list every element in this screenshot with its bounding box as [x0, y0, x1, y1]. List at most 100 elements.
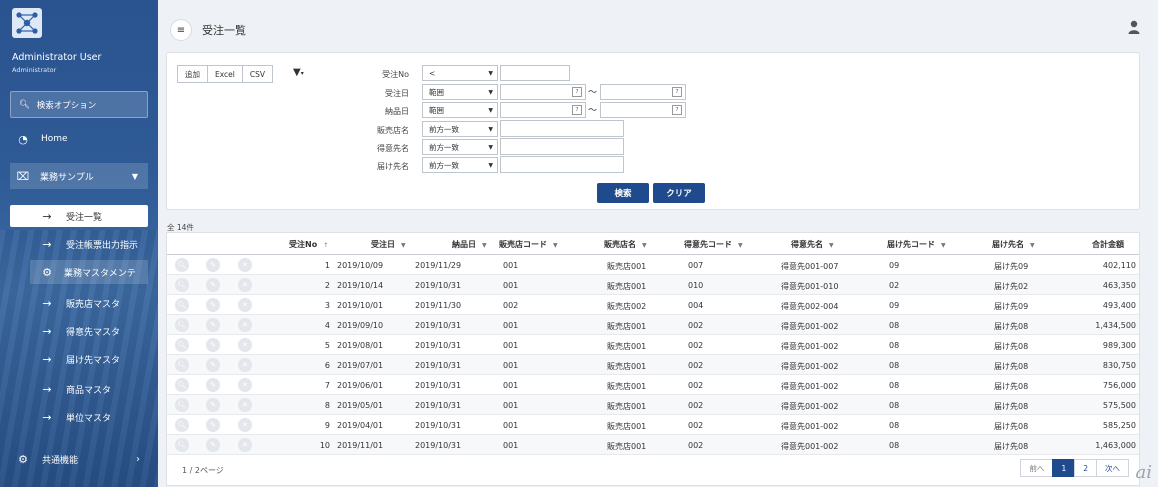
search-button[interactable]: 検索 — [597, 183, 649, 203]
dest-name-input[interactable] — [500, 156, 624, 173]
edit-icon[interactable]: ✎ — [206, 378, 220, 392]
nav-home[interactable]: ◔ Home — [0, 126, 158, 152]
search-icon[interactable]: 🔍︎ — [175, 338, 189, 352]
nav-item-unit-master[interactable]: → 単位マスタ — [0, 404, 158, 430]
nav-item-destination-master[interactable]: → 届け先マスタ — [0, 346, 158, 372]
search-icon[interactable]: 🔍︎ — [175, 318, 189, 332]
table-row[interactable]: 🔍︎ ✎ ✕ 3 2019/10/01 2019/11/30 002 販売店002 004 得意先… — [167, 295, 1139, 315]
table-cell: 002 — [688, 341, 704, 350]
edit-icon[interactable]: ✎ — [206, 418, 220, 432]
delivery-date-to-input[interactable]: 7 — [600, 102, 686, 118]
add-button[interactable]: 追加 — [177, 65, 208, 83]
search-icon[interactable]: 🔍︎ — [175, 278, 189, 292]
delete-icon[interactable]: ✕ — [238, 318, 252, 332]
app-logo[interactable] — [12, 8, 42, 38]
delete-icon[interactable]: ✕ — [238, 358, 252, 372]
search-icon[interactable]: 🔍︎ — [175, 398, 189, 412]
search-icon[interactable]: 🔍︎ — [175, 418, 189, 432]
page-2-button[interactable]: 2 — [1074, 459, 1097, 477]
table-row[interactable]: 🔍︎ ✎ ✕ 5 2019/08/01 2019/10/31 001 販売店001 002 得意先… — [167, 335, 1139, 355]
filter-icon[interactable]: ▼▾ — [293, 67, 304, 78]
delete-icon[interactable]: ✕ — [238, 338, 252, 352]
search-icon[interactable]: 🔍︎ — [175, 298, 189, 312]
calendar-icon[interactable]: 7 — [672, 87, 682, 97]
col-dest-code[interactable]: 届け先コード ▼ — [887, 239, 946, 250]
table-row[interactable]: 🔍︎ ✎ ✕ 10 2019/11/01 2019/10/31 001 販売店001 002 得意… — [167, 435, 1139, 455]
nav-item-customer-master[interactable]: → 得意先マスタ — [0, 318, 158, 344]
nav-item-store-master[interactable]: → 販売店マスタ — [0, 290, 158, 316]
nav-subgroup-master[interactable]: ⚙ 業務マスタメンテ — [30, 260, 148, 284]
order-date-from-input[interactable]: 7 — [500, 84, 586, 100]
search-icon[interactable]: 🔍︎ — [175, 358, 189, 372]
table-row[interactable]: 🔍︎ ✎ ✕ 2 2019/10/14 2019/10/31 001 販売店001 010 得意先… — [167, 275, 1139, 295]
table-row[interactable]: 🔍︎ ✎ ✕ 9 2019/04/01 2019/10/31 001 販売店001 002 得意先… — [167, 415, 1139, 435]
store-name-operator-select[interactable]: 前方一致 ▼ — [422, 121, 498, 137]
delete-icon[interactable]: ✕ — [238, 278, 252, 292]
delete-icon[interactable]: ✕ — [238, 418, 252, 432]
edit-icon[interactable]: ✎ — [206, 258, 220, 272]
menu-toggle-button[interactable]: ≡ — [170, 19, 192, 41]
delete-icon[interactable]: ✕ — [238, 398, 252, 412]
calendar-icon[interactable]: 7 — [572, 105, 582, 115]
page-1-button[interactable]: 1 — [1052, 459, 1076, 477]
table-cell: 002 — [688, 401, 704, 410]
delivery-date-from-input[interactable]: 7 — [500, 102, 586, 118]
table-row[interactable]: 🔍︎ ✎ ✕ 8 2019/05/01 2019/10/31 001 販売店001 002 得意先… — [167, 395, 1139, 415]
col-order-no[interactable]: 受注No ↑ — [289, 239, 328, 250]
clear-button[interactable]: クリア — [653, 183, 705, 203]
edit-icon[interactable]: ✎ — [206, 358, 220, 372]
table-row[interactable]: 🔍︎ ✎ ✕ 7 2019/06/01 2019/10/31 001 販売店001 002 得意先… — [167, 375, 1139, 395]
table-row[interactable]: 🔍︎ ✎ ✕ 6 2019/07/01 2019/10/31 001 販売店001 002 得意先… — [167, 355, 1139, 375]
table-row[interactable]: 🔍︎ ✎ ✕ 1 2019/10/09 2019/11/29 001 販売店001 007 得意先… — [167, 255, 1139, 275]
caret-down-icon: ▼ — [488, 69, 493, 77]
nav-item-order-list[interactable]: → 受注一覧 — [10, 205, 148, 227]
col-store-name[interactable]: 販売店名 ▼ — [604, 239, 647, 250]
col-order-date[interactable]: 受注日 ▼ — [371, 239, 406, 250]
nav-group-common[interactable]: ⚙ 共通機能 › — [0, 446, 158, 472]
customer-name-input[interactable] — [500, 138, 624, 155]
col-customer-code[interactable]: 得意先コード ▼ — [684, 239, 743, 250]
edit-icon[interactable]: ✎ — [206, 398, 220, 412]
next-page-button[interactable]: 次へ — [1096, 459, 1129, 477]
edit-icon[interactable]: ✎ — [206, 338, 220, 352]
delete-icon[interactable]: ✕ — [238, 298, 252, 312]
dest-name-operator-select[interactable]: 前方一致 ▼ — [422, 157, 498, 173]
order-date-to-input[interactable]: 7 — [600, 84, 686, 100]
search-icon[interactable]: 🔍︎ — [175, 438, 189, 452]
prev-page-button[interactable]: 前へ — [1020, 459, 1054, 477]
delivery-date-operator-select[interactable]: 範囲 ▼ — [422, 102, 498, 118]
order-no-operator-select[interactable]: < ▼ — [422, 65, 498, 81]
order-date-operator-select[interactable]: 範囲 ▼ — [422, 84, 498, 100]
col-dest-name[interactable]: 届け先名 ▼ — [992, 239, 1035, 250]
edit-icon[interactable]: ✎ — [206, 318, 220, 332]
col-total[interactable]: 合計金額 — [1092, 239, 1124, 250]
excel-button[interactable]: Excel — [207, 65, 243, 83]
delete-icon[interactable]: ✕ — [238, 438, 252, 452]
edit-icon[interactable]: ✎ — [206, 438, 220, 452]
table-row[interactable]: 🔍︎ ✎ ✕ 4 2019/09/10 2019/10/31 001 販売店001 002 得意先… — [167, 315, 1139, 335]
nav-item-product-master[interactable]: → 商品マスタ — [0, 376, 158, 402]
edit-icon[interactable]: ✎ — [206, 298, 220, 312]
calendar-icon[interactable]: 7 — [572, 87, 582, 97]
search-options-button[interactable]: 🔍︎ 検索オプション — [10, 91, 148, 118]
table-cell: 得意先001-002 — [781, 362, 839, 371]
edit-icon[interactable]: ✎ — [206, 278, 220, 292]
col-delivery-date[interactable]: 納品日 ▼ — [452, 239, 487, 250]
nav-group-business[interactable]: ⌧ 業務サンプル ▼ — [10, 163, 148, 189]
delete-icon[interactable]: ✕ — [238, 378, 252, 392]
col-store-code[interactable]: 販売店コード ▼ — [499, 239, 558, 250]
csv-button[interactable]: CSV — [241, 65, 274, 83]
customer-name-operator-select[interactable]: 前方一致 ▼ — [422, 139, 498, 155]
sort-icon: ▼ — [401, 242, 406, 249]
calendar-icon[interactable]: 7 — [672, 105, 682, 115]
col-label: 合計金額 — [1092, 240, 1124, 249]
nav-group-common-label: 共通機能 — [42, 455, 79, 466]
col-customer-name[interactable]: 得意先名 ▼ — [791, 239, 834, 250]
nav-item-order-report[interactable]: → 受注帳票出力指示 — [0, 231, 158, 257]
store-name-input[interactable] — [500, 120, 624, 137]
user-icon[interactable] — [1128, 20, 1140, 34]
order-no-input[interactable] — [500, 65, 570, 81]
search-icon[interactable]: 🔍︎ — [175, 258, 189, 272]
search-icon[interactable]: 🔍︎ — [175, 378, 189, 392]
delete-icon[interactable]: ✕ — [238, 258, 252, 272]
